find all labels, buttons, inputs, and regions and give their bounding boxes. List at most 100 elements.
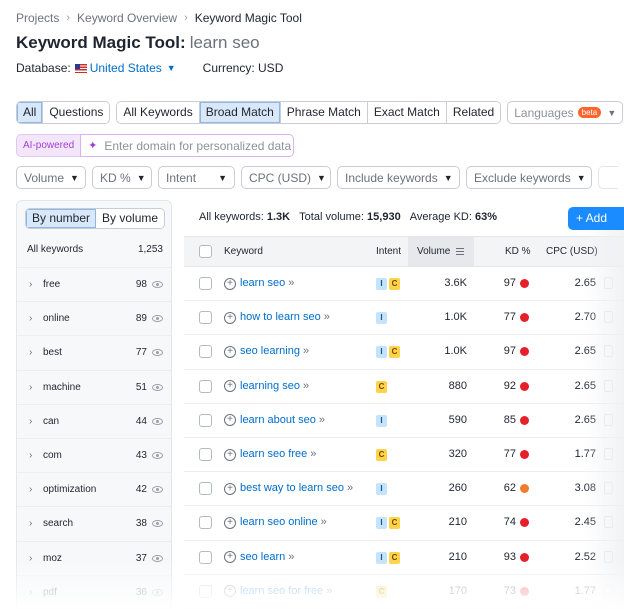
keyword-link[interactable]: learn seo free [240,438,307,471]
filter-cpc[interactable]: CPC (USD) ▼ [241,166,331,189]
keyword-details-icon[interactable]: » [326,575,332,608]
serp-icon[interactable] [604,516,613,529]
database-selector[interactable]: United States [90,61,162,75]
add-keyword-icon[interactable]: + [224,311,236,324]
row-checkbox[interactable] [199,413,212,427]
keyword-details-icon[interactable]: » [324,301,330,334]
tab-related[interactable]: Related [446,102,501,123]
keyword-link[interactable]: how to learn seo [240,301,321,334]
tab-broad-match[interactable]: Broad Match [199,102,281,123]
groups-header[interactable]: All keywords 1,253 [27,244,163,255]
chevron-right-icon[interactable]: › [29,416,43,427]
group-item[interactable]: › search 38 [17,506,171,540]
add-keyword-icon[interactable]: + [224,414,236,427]
keyword-details-icon[interactable]: » [347,472,353,505]
tab-questions[interactable]: Questions [43,102,110,123]
keyword-details-icon[interactable]: » [319,404,325,437]
chevron-right-icon[interactable]: › [29,553,43,564]
keyword-details-icon[interactable]: » [303,335,309,368]
chevron-right-icon[interactable]: › [29,450,43,461]
serp-icon[interactable] [604,550,613,563]
select-all-checkbox[interactable] [199,245,212,258]
add-keyword-icon[interactable]: + [224,448,236,461]
keyword-link[interactable]: seo learn [240,541,285,574]
row-checkbox[interactable] [199,482,212,496]
eye-icon[interactable] [152,520,163,528]
row-checkbox[interactable] [199,311,212,325]
eye-icon[interactable] [152,281,163,289]
col-kd[interactable]: KD % [505,237,531,266]
eye-icon[interactable] [152,417,163,425]
filter-exclude-keywords[interactable]: Exclude keywords ▼ [466,166,592,189]
row-checkbox[interactable] [199,277,212,290]
eye-icon[interactable] [152,486,163,494]
row-checkbox[interactable] [199,345,212,359]
serp-icon[interactable] [604,482,613,495]
eye-icon[interactable] [152,349,163,357]
row-checkbox[interactable] [199,550,212,564]
keyword-link[interactable]: learn seo online [240,506,318,539]
tab-exact-match[interactable]: Exact Match [367,102,447,123]
add-keyword-icon[interactable]: + [224,551,236,564]
keyword-link[interactable]: best way to learn seo [240,472,344,505]
col-intent[interactable]: Intent [376,237,401,266]
group-item[interactable]: › com 43 [17,437,171,472]
filter-kd[interactable]: KD % ▼ [92,166,152,189]
breadcrumb-keyword-overview[interactable]: Keyword Overview [77,11,177,25]
row-checkbox[interactable] [199,584,212,598]
chevron-down-icon[interactable]: ▼ [167,63,176,73]
serp-icon[interactable] [604,345,613,358]
languages-dropdown[interactable]: Languages beta ▼ [507,101,624,124]
filter-include-keywords[interactable]: Include keywords ▼ [337,166,460,189]
tab-all-keywords[interactable]: All Keywords [117,102,200,123]
col-cpc[interactable]: CPC (USD) [546,237,598,266]
eye-icon[interactable] [152,554,163,562]
tab-all[interactable]: All [17,102,44,123]
serp-icon[interactable] [604,311,613,324]
eye-icon[interactable] [152,588,163,596]
serp-icon[interactable] [604,448,613,460]
breadcrumb-projects[interactable]: Projects [16,11,59,25]
chevron-right-icon[interactable]: › [29,587,43,598]
eye-icon[interactable] [152,452,163,460]
group-item[interactable]: › can 44 [17,403,171,438]
keyword-details-icon[interactable]: » [321,506,327,539]
domain-input[interactable]: ✦ Enter domain for personalized data [80,134,295,157]
col-keyword[interactable]: Keyword [224,237,263,266]
group-item[interactable]: › moz 37 [17,540,171,575]
row-checkbox[interactable] [199,448,212,461]
add-keyword-icon[interactable]: + [224,516,236,529]
serp-icon[interactable] [604,379,613,392]
serp-icon[interactable] [604,413,613,426]
tab-phrase-match[interactable]: Phrase Match [280,102,368,123]
col-volume[interactable]: Volume [408,237,474,266]
keyword-details-icon[interactable]: » [288,267,294,300]
group-item[interactable]: › pdf 36 [17,574,171,609]
sort-by-volume[interactable]: By volume [96,209,165,228]
group-item[interactable]: › optimization 42 [17,472,171,506]
row-checkbox[interactable] [199,379,212,393]
add-keyword-icon[interactable]: + [224,585,236,598]
chevron-right-icon[interactable]: › [29,382,43,393]
chevron-right-icon[interactable]: › [29,279,43,290]
keyword-details-icon[interactable]: » [303,370,309,403]
chevron-right-icon[interactable]: › [29,313,43,324]
add-keyword-icon[interactable]: + [224,482,236,495]
keyword-link[interactable]: seo learning [240,335,300,368]
keyword-link[interactable]: learning seo [240,370,300,403]
eye-icon[interactable] [152,383,163,391]
keyword-link[interactable]: learn seo [240,267,285,300]
sort-by-number[interactable]: By number [26,209,97,228]
keyword-link[interactable]: learn about seo [240,404,316,437]
filter-more[interactable] [598,166,618,189]
chevron-right-icon[interactable]: › [29,484,43,495]
keyword-details-icon[interactable]: » [310,438,316,471]
serp-icon[interactable] [604,277,613,289]
keyword-link[interactable]: learn seo for free [240,575,323,608]
chevron-right-icon[interactable]: › [29,347,43,358]
add-keyword-icon[interactable]: + [224,277,236,290]
group-item[interactable]: › online 89 [17,301,171,335]
group-item[interactable]: › best 77 [17,335,171,369]
add-keyword-icon[interactable]: + [224,380,236,393]
filter-volume[interactable]: Volume ▼ [16,166,86,189]
